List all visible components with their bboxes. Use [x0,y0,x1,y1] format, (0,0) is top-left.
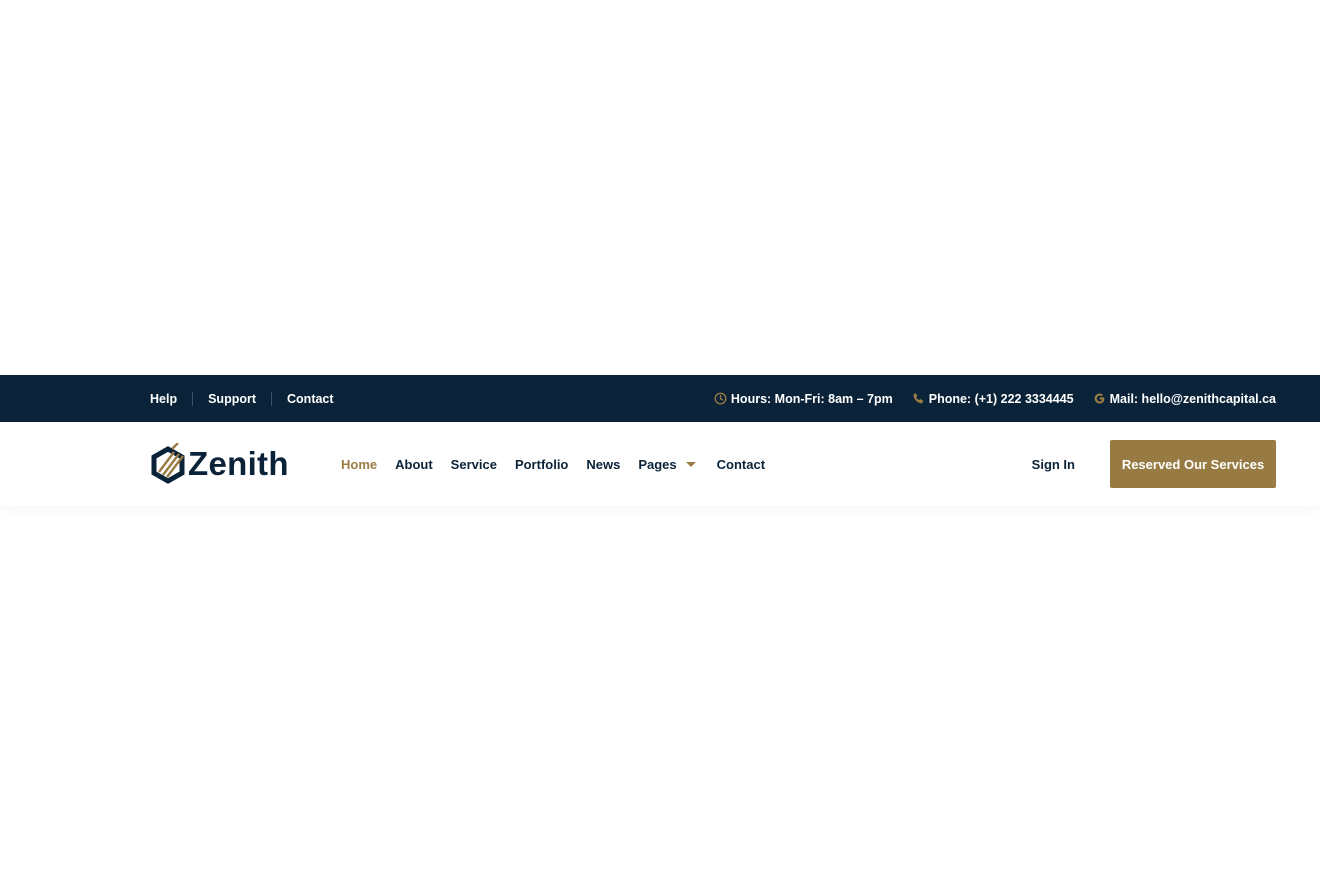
logo[interactable]: Zenith [150,443,341,485]
contact-info: Hours: Mon-Fri: 8am – 7pm Phone: (+1) 22… [714,392,1276,406]
mail-info: Mail: hello@zenithcapital.ca [1093,392,1276,406]
google-icon [1093,392,1106,405]
blank-area-bottom [0,506,1320,880]
top-info-bar: Help Support Contact Hours: Mon-Fri: 8am… [0,375,1320,422]
caret-down-icon [685,461,696,467]
nav-pages-label: Pages [638,456,677,472]
nav-news[interactable]: News [586,457,620,472]
nav-home[interactable]: Home [341,457,377,472]
phone-text[interactable]: Phone: (+1) 222 3334445 [929,392,1074,406]
hours-text: Hours: Mon-Fri: 8am – 7pm [730,391,893,406]
nav-portfolio[interactable]: Portfolio [515,457,568,472]
main-nav: Home About Service Portfolio News Pages … [341,457,783,472]
top-links: Help Support Contact [150,391,334,406]
hours-info: Hours: Mon-Fri: 8am – 7pm [714,392,893,406]
sign-in-link[interactable]: Sign In [1032,457,1075,472]
nav-about[interactable]: About [395,457,433,472]
top-link-contact[interactable]: Contact [287,392,334,406]
divider [192,391,194,406]
nav-pages[interactable]: Pages [638,456,696,472]
nav-contact[interactable]: Contact [717,457,765,472]
nav-service[interactable]: Service [451,457,497,472]
phone-info: Phone: (+1) 222 3334445 [912,392,1074,406]
logo-text: Zenith [188,445,289,482]
top-link-help[interactable]: Help [150,392,177,406]
phone-icon [912,392,925,405]
main-header: Zenith Home About Service Portfolio News… [0,422,1320,506]
reserve-services-button[interactable]: Reserved Our Services [1110,440,1276,488]
blank-area-top [0,0,1320,375]
header-actions: Sign In Reserved Our Services [1032,440,1276,488]
top-link-support[interactable]: Support [208,392,256,406]
zenith-logo-icon [151,443,185,484]
divider [271,391,273,406]
clock-icon [714,392,727,405]
mail-text[interactable]: Mail: hello@zenithcapital.ca [1110,392,1276,406]
